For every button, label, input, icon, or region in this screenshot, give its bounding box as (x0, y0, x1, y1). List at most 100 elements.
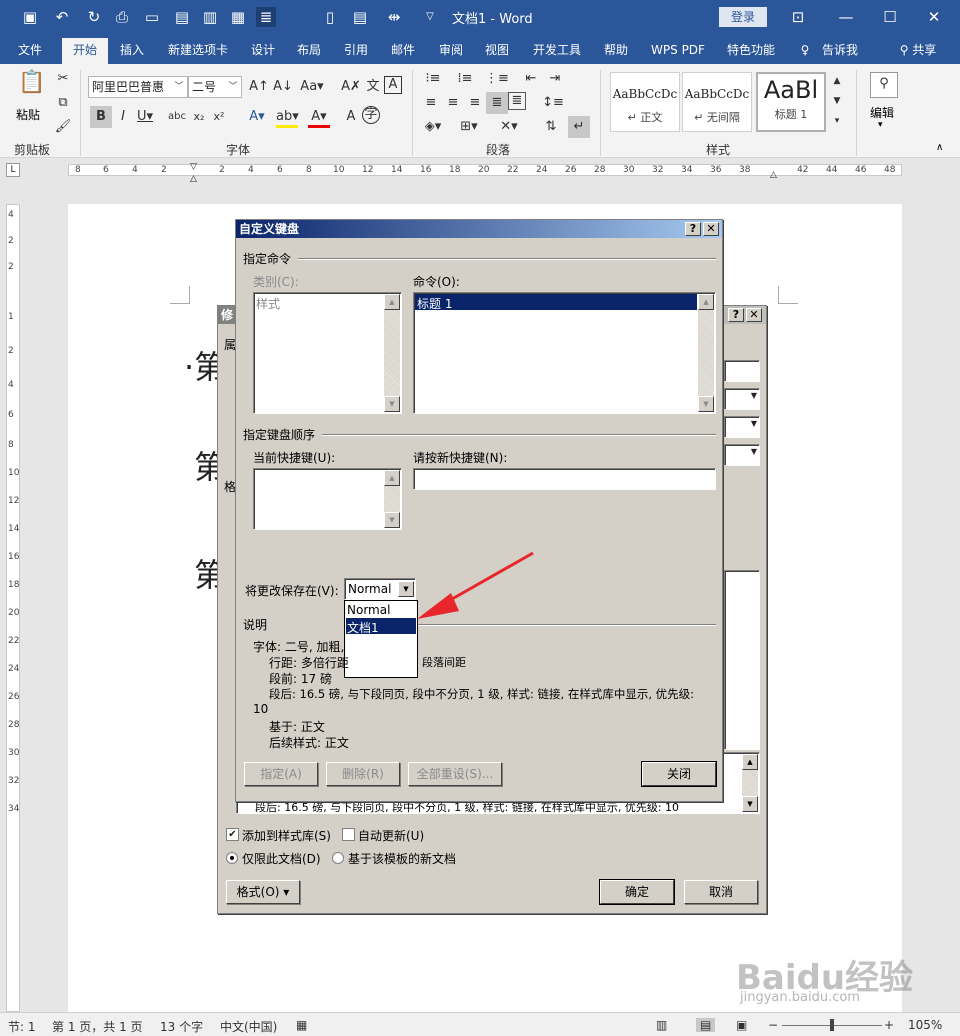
tab-design[interactable]: 设计 (244, 40, 282, 64)
numbering-icon[interactable]: ⁞≡ (452, 68, 478, 90)
tab-selector-icon[interactable]: L (6, 163, 20, 177)
current-keys-list[interactable]: ▲ ▼ (253, 468, 402, 530)
align-left-icon[interactable]: ≡ (420, 92, 442, 114)
font-color-icon[interactable]: A▾ (308, 106, 330, 128)
increase-indent-icon[interactable]: ⇥ (544, 68, 566, 90)
text-effect-icon[interactable]: A▾ (246, 106, 268, 128)
underline-icon[interactable]: U▾ (134, 106, 156, 128)
indent-marker-icon[interactable]: △ (190, 174, 197, 184)
remove-button[interactable]: 删除(R) (326, 762, 400, 786)
italic-icon[interactable]: I (112, 106, 134, 128)
font-name-combo[interactable]: 阿里巴巴普惠 ﹀ (88, 76, 188, 98)
cancel-button[interactable]: 取消 (684, 880, 758, 904)
auto-update-checkbox[interactable] (342, 828, 355, 841)
copy-icon[interactable]: ⧉ (52, 92, 74, 114)
open-icon[interactable]: ▤ (172, 7, 192, 27)
scrollbar[interactable]: ▲ ▼ (698, 294, 714, 412)
tab-view[interactable]: 视图 (478, 40, 516, 64)
paste-label[interactable]: 粘贴 (16, 106, 40, 123)
list-item-selected[interactable]: 标题 1 (415, 294, 697, 311)
new-key-input[interactable] (413, 468, 716, 490)
scrollbar[interactable]: ▲ ▼ (742, 754, 758, 812)
close-icon[interactable]: ✕ (922, 6, 946, 28)
reset-all-button[interactable]: 全部重设(S)... (408, 762, 502, 786)
template-label[interactable]: 基于该模板的新文档 (348, 850, 456, 867)
status-page[interactable]: 第 1 页，共 1 页 (52, 1018, 143, 1035)
zoom-out-icon[interactable]: − (768, 1018, 778, 1032)
multilevel-icon[interactable]: ⋮≡ (484, 68, 510, 90)
based-on-combo[interactable]: ▼ (724, 416, 760, 438)
distribute-icon[interactable]: ≣ (508, 92, 526, 110)
ok-button[interactable]: 确定 (599, 879, 675, 905)
grow-font-icon[interactable]: A↑ (248, 76, 270, 98)
superscript-icon[interactable]: x² (208, 106, 230, 128)
format-painter-icon[interactable]: 🖌 (52, 116, 74, 138)
bullets-icon[interactable]: ⁝≡ (420, 68, 446, 90)
scroll-up-icon[interactable]: ▲ (384, 470, 400, 486)
style-type-combo[interactable]: ▼ (724, 388, 760, 410)
scroll-down-icon[interactable]: ▼ (384, 512, 400, 528)
tab-wps-pdf[interactable]: WPS PDF (644, 40, 712, 64)
tab-mailings[interactable]: 邮件 (384, 40, 422, 64)
clear-format-icon[interactable]: A✗ (340, 76, 362, 98)
tab-file[interactable]: 文件 (10, 40, 50, 64)
clipboard-paste-icon[interactable]: 📋 (18, 72, 46, 102)
enclose-char-icon[interactable]: 字 (362, 106, 380, 124)
tab-new[interactable]: 新建选项卡 (160, 40, 236, 64)
layout-icon[interactable]: ▤ (350, 7, 370, 27)
style-heading1[interactable]: AaBl 标题 1 (756, 72, 826, 132)
chinese-layout-icon[interactable]: ✕▾ (496, 116, 522, 138)
scroll-down-icon[interactable]: ▼ (698, 396, 714, 412)
close-x-button[interactable]: ✕ (703, 222, 719, 236)
tab-review[interactable]: 审阅 (432, 40, 470, 64)
bold-icon[interactable]: B (90, 106, 112, 128)
format-icon[interactable]: ▦ (228, 7, 248, 27)
add-to-gallery-checkbox[interactable]: ✔ (226, 828, 239, 841)
status-language[interactable]: 中文(中国) (220, 1018, 277, 1035)
tab-help[interactable]: 帮助 (596, 40, 636, 64)
lightbulb-icon[interactable]: ♀ (796, 40, 814, 64)
tell-me[interactable]: 告诉我 (816, 40, 864, 64)
zoom-level[interactable]: 105% (908, 1018, 942, 1032)
phonetic-icon[interactable]: 文 (362, 76, 384, 98)
share-button[interactable]: ⚲ 共享 (890, 40, 946, 64)
add-to-gallery-label[interactable]: 添加到样式库(S) (242, 827, 331, 844)
ribbon-display-icon[interactable]: ⊡ (786, 6, 810, 28)
new-doc-icon[interactable]: ▭ (142, 7, 162, 27)
redo-icon[interactable]: ↻ (84, 7, 104, 27)
borders-icon[interactable]: ⊞▾ (456, 116, 482, 138)
change-case-icon[interactable]: Aa▾ (298, 76, 326, 98)
zoom-in-icon[interactable]: + (884, 1018, 894, 1032)
assign-button[interactable]: 指定(A) (244, 762, 318, 786)
zoom-slider-thumb[interactable] (830, 1019, 834, 1031)
print-preview-icon[interactable]: ⎙ (112, 7, 132, 27)
tab-features[interactable]: 特色功能 (720, 40, 782, 64)
login-button[interactable]: 登录 (719, 7, 767, 27)
macro-icon[interactable]: ▦ (296, 1018, 307, 1032)
find-icon[interactable]: ⚲ (870, 72, 898, 98)
close-x-button[interactable]: ✕ (746, 308, 762, 322)
next-style-combo[interactable]: ▼ (724, 444, 760, 466)
customize-icon[interactable]: ▽ (420, 7, 440, 27)
scroll-up-icon[interactable]: ▲ (698, 294, 714, 310)
collapse-ribbon-icon[interactable]: ∧ (936, 142, 943, 153)
sort-icon[interactable]: ⇅ (540, 116, 562, 138)
undo-icon[interactable]: ↶ (52, 7, 72, 27)
line-spacing-icon[interactable]: ↕≡ (540, 92, 566, 114)
cut-icon[interactable]: ✂ (52, 68, 74, 90)
indent-marker-icon[interactable]: ▽ (190, 162, 197, 172)
category-list[interactable]: 样式 ▲ ▼ (253, 292, 402, 414)
maximize-icon[interactable]: ☐ (878, 6, 902, 28)
font-size-combo[interactable]: 二号 ﹀ (188, 76, 242, 98)
paste-icon[interactable]: ▥ (200, 7, 220, 27)
styles-more-icon[interactable]: ▾ (826, 110, 848, 132)
scroll-up-icon[interactable]: ▲ (384, 294, 400, 310)
edit-chevron-icon[interactable]: ▾ (878, 120, 883, 130)
scrollbar[interactable]: ▲ ▼ (384, 470, 400, 528)
styles-down-icon[interactable]: ▼ (826, 90, 848, 112)
name-field[interactable] (724, 360, 760, 382)
highlight-icon[interactable]: ab▾ (276, 106, 299, 128)
status-words[interactable]: 13 个字 (160, 1018, 203, 1035)
scroll-down-icon[interactable]: ▼ (742, 796, 758, 812)
scroll-up-icon[interactable]: ▲ (742, 754, 758, 770)
